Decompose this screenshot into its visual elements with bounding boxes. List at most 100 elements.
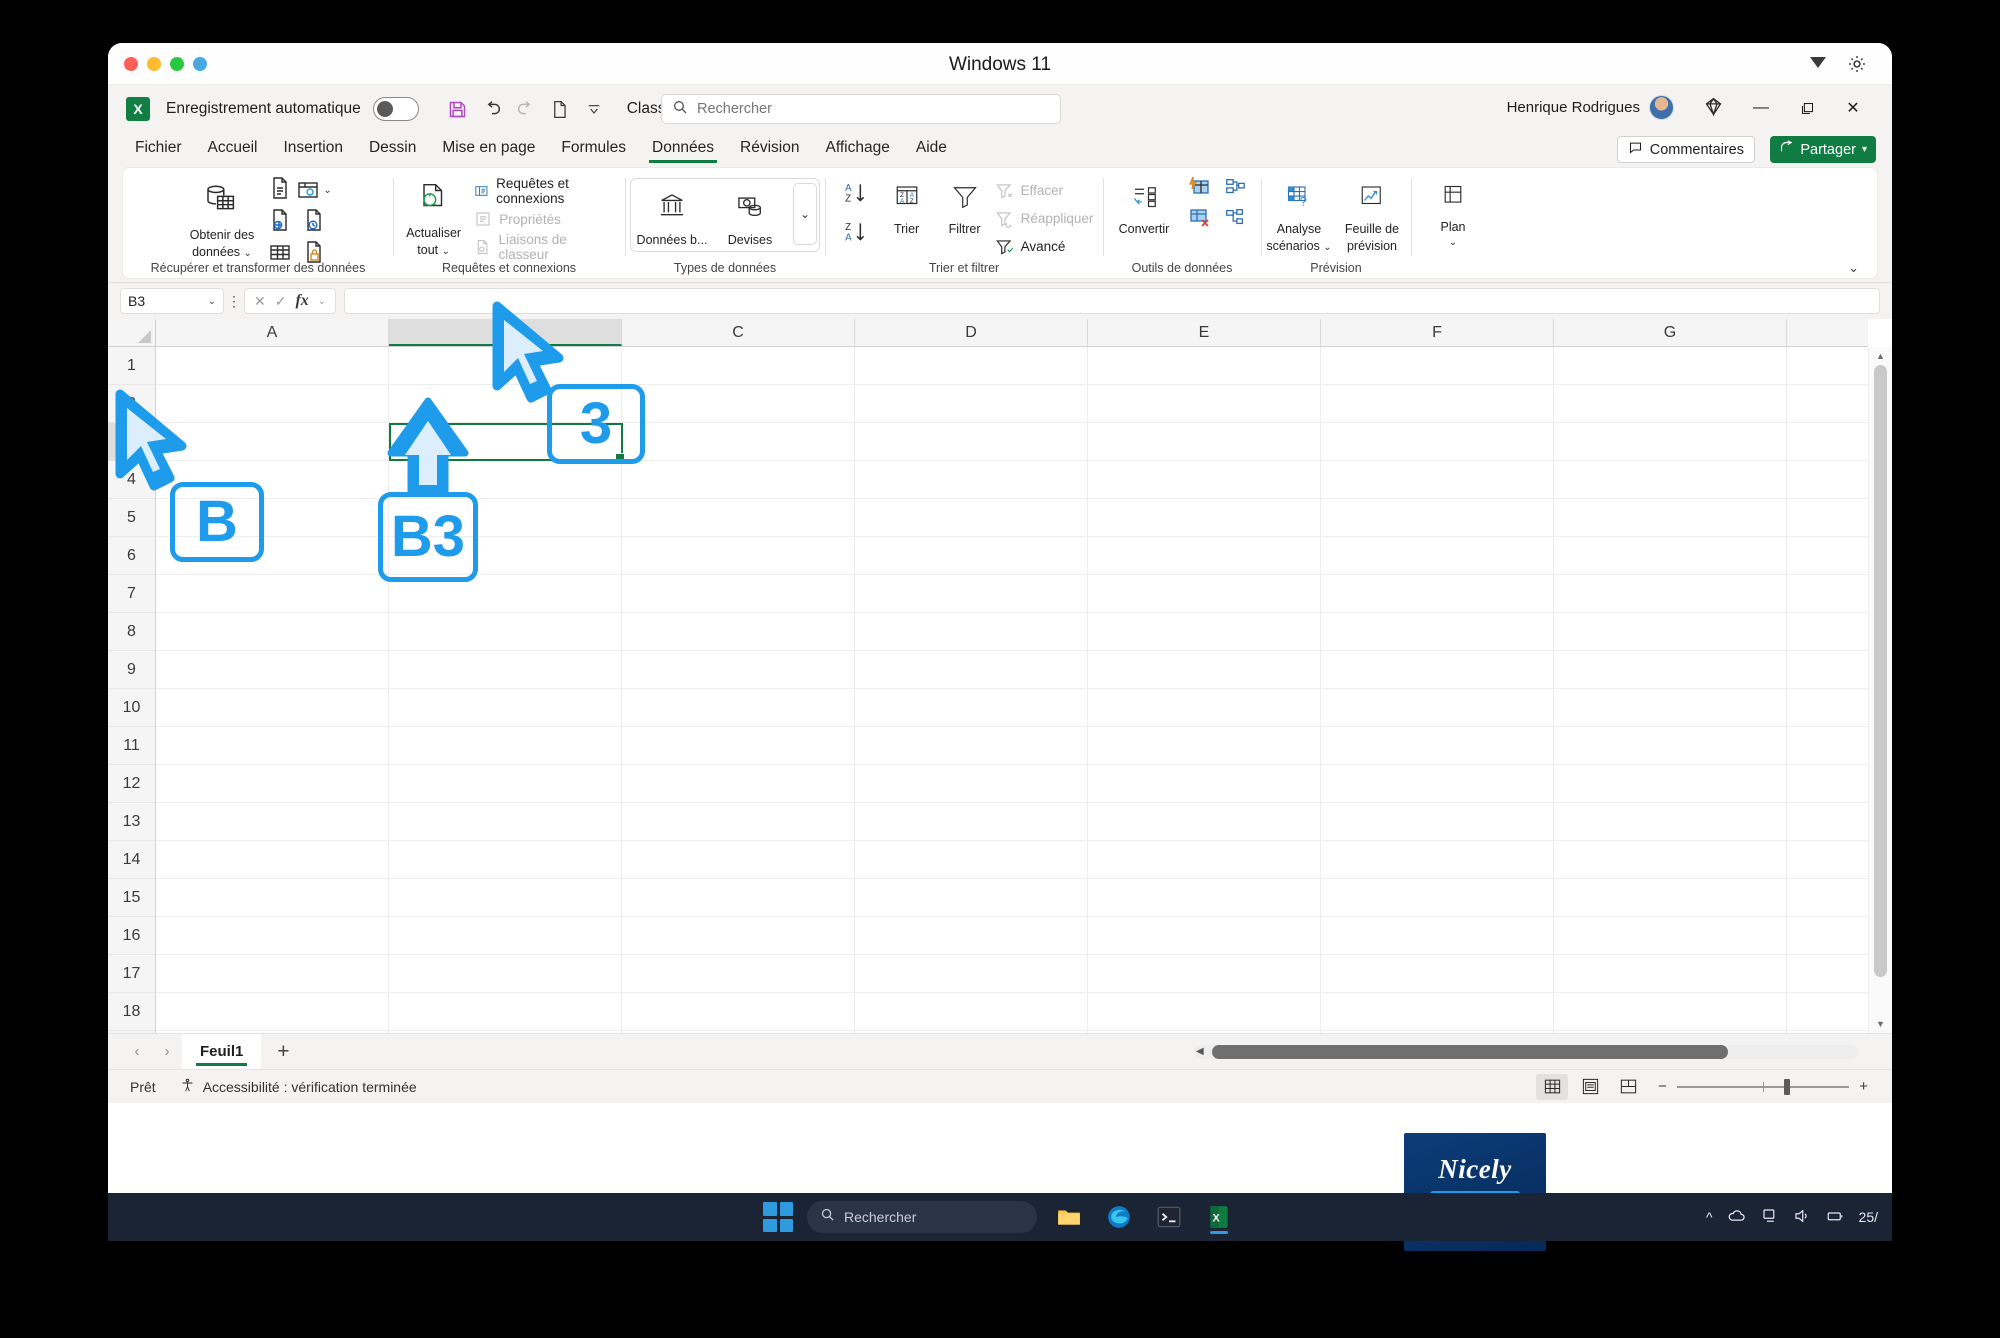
column-header-e[interactable]: E — [1088, 319, 1321, 346]
select-all-corner[interactable] — [108, 319, 156, 346]
undo-icon[interactable] — [475, 94, 509, 124]
cell-f5[interactable] — [1321, 499, 1554, 536]
from-text-csv-icon[interactable] — [268, 176, 292, 205]
cell-d4[interactable] — [855, 461, 1088, 498]
cell-b2[interactable] — [389, 385, 622, 422]
chevron-down-icon[interactable]: ⌄ — [323, 185, 331, 196]
cell-g7[interactable] — [1554, 575, 1787, 612]
row-header-15[interactable]: 15 — [108, 879, 155, 917]
add-sheet-button[interactable]: + — [261, 1040, 305, 1064]
table-row[interactable] — [156, 727, 1868, 765]
zoom-out-button[interactable]: − — [1658, 1078, 1667, 1095]
edge-icon[interactable] — [1101, 1199, 1137, 1235]
minimize-button[interactable]: — — [1740, 95, 1782, 121]
cell-d17[interactable] — [855, 955, 1088, 992]
cell-a8[interactable] — [156, 613, 389, 650]
redo-icon[interactable] — [509, 94, 543, 124]
cell-b6[interactable] — [389, 537, 622, 574]
cell-b9[interactable] — [389, 651, 622, 688]
advanced-filter-button[interactable]: Avancé — [995, 232, 1094, 260]
from-picture-icon[interactable]: ⌄ — [296, 178, 332, 202]
chevron-down-icon[interactable]: ⌄ — [208, 296, 216, 307]
cell-b4[interactable] — [389, 461, 622, 498]
search-box[interactable] — [661, 94, 1061, 124]
cell-g2[interactable] — [1554, 385, 1787, 422]
table-row[interactable] — [156, 347, 1868, 385]
insert-function-icon[interactable]: fx — [295, 292, 308, 310]
tab-revision[interactable]: Révision — [727, 136, 812, 163]
cell-f18[interactable] — [1321, 993, 1554, 1030]
cell-e15[interactable] — [1088, 879, 1321, 916]
cell-c3[interactable] — [622, 423, 855, 460]
chevron-down-icon[interactable] — [1810, 57, 1826, 68]
cell-b1[interactable] — [389, 347, 622, 384]
cell-f1[interactable] — [1321, 347, 1554, 384]
cell-b12[interactable] — [389, 765, 622, 802]
table-row[interactable] — [156, 803, 1868, 841]
taskbar-clock[interactable]: 25/ — [1859, 1209, 1878, 1225]
cell-f2[interactable] — [1321, 385, 1554, 422]
row-header-1[interactable]: 1 — [108, 347, 155, 385]
cell-a10[interactable] — [156, 689, 389, 726]
cell-a18[interactable] — [156, 993, 389, 1030]
cell-a14[interactable] — [156, 841, 389, 878]
cell-e12[interactable] — [1088, 765, 1321, 802]
cell-d11[interactable] — [855, 727, 1088, 764]
row-header-17[interactable]: 17 — [108, 955, 155, 993]
cell-d16[interactable] — [855, 917, 1088, 954]
cell-e8[interactable] — [1088, 613, 1321, 650]
cell-g14[interactable] — [1554, 841, 1787, 878]
cell-e14[interactable] — [1088, 841, 1321, 878]
cell-c1[interactable] — [622, 347, 855, 384]
scroll-left-icon[interactable]: ◀ — [1196, 1046, 1204, 1057]
cell-b14[interactable] — [389, 841, 622, 878]
cell-a2[interactable] — [156, 385, 389, 422]
cell-e10[interactable] — [1088, 689, 1321, 726]
account-area[interactable]: Henrique Rodrigues — [1507, 95, 1674, 120]
cell-d3[interactable] — [855, 423, 1088, 460]
page-break-view-button[interactable] — [1612, 1074, 1644, 1100]
tab-formules[interactable]: Formules — [548, 136, 639, 163]
row-header-11[interactable]: 11 — [108, 727, 155, 765]
chevron-right-icon[interactable]: › — [152, 1043, 182, 1060]
chevron-left-icon[interactable]: ‹ — [122, 1043, 152, 1060]
cell-c10[interactable] — [622, 689, 855, 726]
cell-b17[interactable] — [389, 955, 622, 992]
cell-c5[interactable] — [622, 499, 855, 536]
cell-a15[interactable] — [156, 879, 389, 916]
row-header-4[interactable]: 4 — [108, 461, 155, 499]
cell-e1[interactable] — [1088, 347, 1321, 384]
tab-insertion[interactable]: Insertion — [270, 136, 355, 163]
confirm-icon[interactable]: ✓ — [275, 293, 287, 310]
table-row[interactable] — [156, 537, 1868, 575]
cell-e2[interactable] — [1088, 385, 1321, 422]
cell-f10[interactable] — [1321, 689, 1554, 726]
cell-d9[interactable] — [855, 651, 1088, 688]
table-row[interactable] — [156, 499, 1868, 537]
cell-e16[interactable] — [1088, 917, 1321, 954]
cell-c16[interactable] — [622, 917, 855, 954]
column-header-c[interactable]: C — [622, 319, 855, 346]
cell-d15[interactable] — [855, 879, 1088, 916]
cell-f9[interactable] — [1321, 651, 1554, 688]
name-box[interactable]: B3 ⌄ — [120, 288, 224, 314]
cell-d12[interactable] — [855, 765, 1088, 802]
column-header-f[interactable]: F — [1321, 319, 1554, 346]
text-to-columns-button[interactable]: Convertir — [1111, 174, 1177, 236]
cell-f8[interactable] — [1321, 613, 1554, 650]
cell-f16[interactable] — [1321, 917, 1554, 954]
column-header-g[interactable]: G — [1554, 319, 1787, 346]
cell-e9[interactable] — [1088, 651, 1321, 688]
tab-accueil[interactable]: Accueil — [195, 136, 271, 163]
row-header-9[interactable]: 9 — [108, 651, 155, 689]
cell-e5[interactable] — [1088, 499, 1321, 536]
flash-fill-icon[interactable] — [1187, 175, 1211, 204]
cell-d5[interactable] — [855, 499, 1088, 536]
status-accessibility[interactable]: Accessibilité : vérification terminée — [180, 1078, 417, 1096]
chevron-down-icon[interactable]: ▾ — [1862, 144, 1867, 155]
cell-d18[interactable] — [855, 993, 1088, 1030]
row-header-5[interactable]: 5 — [108, 499, 155, 537]
sort-az-icon[interactable]: A Z — [835, 177, 877, 214]
save-icon[interactable] — [441, 94, 475, 124]
terminal-icon[interactable] — [1151, 1199, 1187, 1235]
